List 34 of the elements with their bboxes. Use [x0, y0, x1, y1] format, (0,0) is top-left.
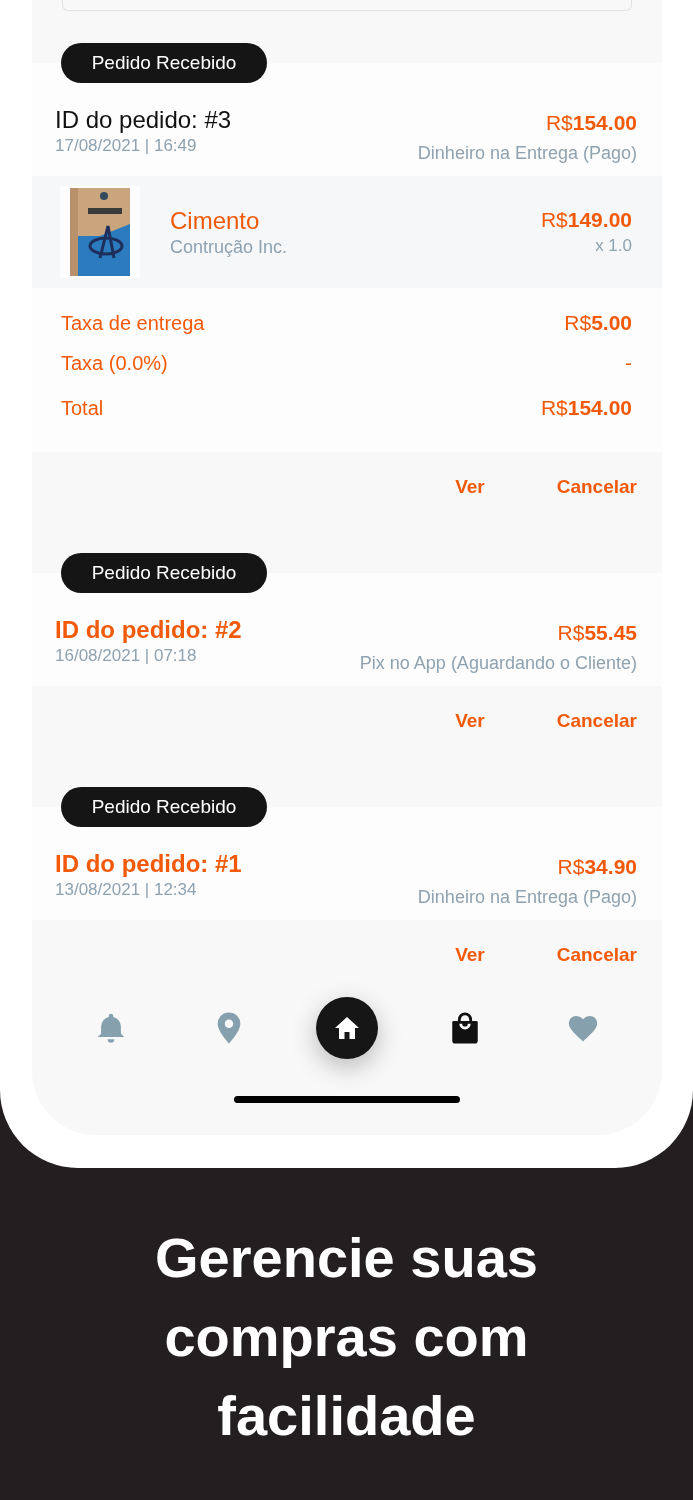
fee-label: Taxa (0.0%) — [61, 351, 168, 375]
fee-value: - — [625, 351, 632, 375]
cancel-link[interactable]: Cancelar — [556, 710, 637, 734]
fee-label: Taxa de entrega — [61, 311, 205, 335]
order-id: ID do pedido: #1 — [55, 849, 242, 879]
order-id: ID do pedido: #3 — [55, 105, 232, 135]
fee-label: Total — [61, 396, 104, 420]
cancel-link[interactable]: Cancelar — [556, 476, 637, 500]
caption-text: Gerencie suas compras com facilidade — [154, 1225, 539, 1449]
status-badge: Pedido Recebido — [61, 43, 267, 83]
order-date: 17/08/2021 | 16:49 — [55, 136, 198, 156]
order-date: 13/08/2021 | 12:34 — [55, 880, 198, 900]
product-name: Cimento — [170, 206, 261, 235]
item-price: R$149.00 — [540, 208, 632, 232]
view-link[interactable]: Ver — [455, 710, 485, 734]
home-button[interactable] — [316, 997, 378, 1059]
order-date: 16/08/2021 | 07:18 — [55, 646, 198, 666]
order-id: ID do pedido: #2 — [55, 615, 242, 645]
fee-value: R$154.00 — [540, 396, 632, 420]
order-total: R$34.90 — [557, 854, 637, 880]
item-quantity: x 1.0 — [595, 236, 632, 256]
view-link[interactable]: Ver — [455, 944, 485, 968]
status-badge: Pedido Recebido — [61, 787, 267, 827]
payment-method: Dinheiro na Entrega (Pago) — [417, 887, 637, 908]
order-total: R$154.00 — [545, 110, 637, 136]
payment-method: Pix no App (Aguardando o Cliente) — [359, 653, 637, 674]
order-total: R$55.45 — [557, 620, 637, 646]
seller-name: Contrução Inc. — [170, 236, 289, 258]
status-badge: Pedido Recebido — [61, 553, 267, 593]
view-link[interactable]: Ver — [455, 476, 485, 500]
cancel-link[interactable]: Cancelar — [556, 944, 637, 968]
fee-value: R$5.00 — [564, 311, 632, 335]
payment-method: Dinheiro na Entrega (Pago) — [417, 143, 637, 164]
home-icon — [334, 1016, 360, 1040]
